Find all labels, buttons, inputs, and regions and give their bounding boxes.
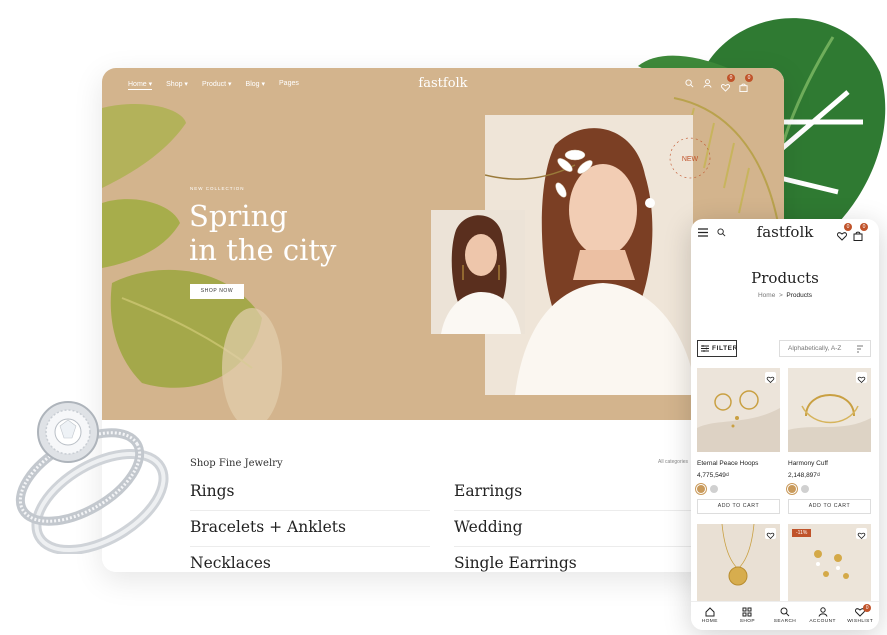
header-icons: 0 0 [685,74,753,92]
filter-button[interactable]: FILTER [697,340,737,357]
hero-headline-line1: Spring [189,199,288,233]
product-price: 2,148,897₫ [788,472,821,479]
tab-label: SEARCH [773,619,797,624]
bottom-tab-bar: HOME SHOP SEARCH ACCOUNT 0 WISHLIST [691,601,879,630]
sale-badge: -11% [792,529,812,537]
tab-label: ACCOUNT [809,619,836,624]
hero-eyebrow: NEW COLLECTION [190,186,245,191]
breadcrumb-separator: > [778,292,783,299]
wishlist-button[interactable]: 0 [721,74,735,92]
heart-icon [857,532,866,540]
heart-icon [766,376,775,384]
all-categories-link[interactable]: All categories [658,459,688,465]
filter-icon [701,345,709,352]
home-icon [705,607,715,617]
model-portrait-image-small [431,210,525,334]
divider [454,546,694,547]
divider [454,510,694,511]
cart-count-badge: 0 [860,223,868,231]
color-swatches [786,483,871,495]
product-price: 4,775,549₫ [697,472,730,479]
product-name[interactable]: Eternal Peace Hoops [697,460,780,467]
wishlist-count-badge: 0 [863,604,872,612]
account-icon [818,607,828,617]
cart-button[interactable]: 0 [739,74,753,92]
swatch-gold[interactable] [786,483,798,495]
categories-title: Shop Fine Jewelry [190,458,283,469]
swatch-silver[interactable] [710,485,718,493]
product-card[interactable] [697,524,780,602]
page-title: Products [751,269,819,287]
account-icon[interactable] [703,79,712,88]
search-icon[interactable] [685,79,694,88]
desktop-preview: Home ▾ Shop ▾ Product ▾ Blog ▾ Pages fas… [102,68,784,572]
product-card[interactable]: Harmony Cuff 2,148,897₫ ADD TO CART [786,368,871,514]
categories-section: Shop Fine Jewelry All categories Rings E… [102,420,784,572]
product-image[interactable] [697,524,780,602]
sort-icon [857,345,863,353]
category-single-earrings[interactable]: Single Earrings [454,554,577,572]
heart-icon [721,84,730,92]
category-bracelets-anklets[interactable]: Bracelets + Anklets [190,518,346,536]
filter-label: FILTER [712,345,738,352]
tab-label: WISHLIST [847,619,874,624]
divider [190,546,430,547]
product-name[interactable]: Harmony Cuff [788,460,871,467]
secondary-model-photo [431,210,525,334]
sort-select[interactable]: Alphabetically, A-Z [779,340,871,357]
color-swatches [695,483,780,495]
category-earrings[interactable]: Earrings [454,482,522,500]
tab-shop[interactable]: SHOP [729,602,765,630]
tab-search[interactable]: SEARCH [767,602,803,630]
divider [190,510,430,511]
category-wedding[interactable]: Wedding [454,518,523,536]
sort-select-value: Alphabetically, A-Z [788,345,842,352]
bag-icon [853,231,863,241]
heart-icon [837,232,847,241]
add-to-wishlist-button[interactable] [765,372,776,384]
mobile-header: fastfolk 0 0 [691,219,879,249]
add-to-wishlist-button[interactable] [856,528,867,540]
diamond-ring-image [15,401,169,554]
product-card[interactable]: Eternal Peace Hoops 4,775,549₫ ADD TO CA… [695,368,780,514]
heart-icon [766,532,775,540]
tab-label: SHOP [739,619,755,624]
svg-text:NEW: NEW [682,156,699,163]
product-card[interactable]: -11% [788,524,871,602]
new-collection-badge: NEW [669,137,711,179]
shop-now-button[interactable]: SHOP NOW [190,284,244,299]
hero-banner: Home ▾ Shop ▾ Product ▾ Blog ▾ Pages fas… [102,68,784,420]
wishlist-count-badge: 0 [727,74,735,82]
wishlist-count-badge: 0 [844,223,852,231]
category-rings[interactable]: Rings [190,482,235,500]
category-necklaces[interactable]: Necklaces [190,554,271,572]
tab-home[interactable]: HOME [692,602,728,630]
wishlist-button[interactable]: 0 [837,223,852,241]
product-image[interactable]: -11% [788,524,871,602]
bag-icon [739,83,748,92]
tab-wishlist[interactable]: 0 WISHLIST [842,602,878,630]
search-icon [780,607,790,617]
tab-account[interactable]: ACCOUNT [805,602,841,630]
cart-button[interactable]: 0 [853,223,868,241]
breadcrumb: Home > Products [691,292,879,299]
add-to-cart-button[interactable]: ADD TO CART [697,499,780,514]
hero-headline-line2: in the city [189,233,337,267]
add-to-wishlist-button[interactable] [856,372,867,384]
heart-icon [857,376,866,384]
add-to-wishlist-button[interactable] [765,528,776,540]
product-image[interactable] [697,368,780,452]
product-image[interactable] [788,368,871,452]
add-to-cart-button[interactable]: ADD TO CART [788,499,871,514]
swatch-gold[interactable] [695,483,707,495]
grid-icon [742,607,752,617]
swatch-silver[interactable] [801,485,809,493]
tab-label: HOME [701,619,718,624]
mobile-preview: fastfolk 0 0 Products Home > Products FI… [691,219,879,630]
hero-headline: Spring in the city [189,199,389,267]
site-logo[interactable]: fastfolk [102,76,784,91]
breadcrumb-home[interactable]: Home [758,292,775,299]
breadcrumb-current: Products [786,292,813,299]
cart-count-badge: 0 [745,74,753,82]
